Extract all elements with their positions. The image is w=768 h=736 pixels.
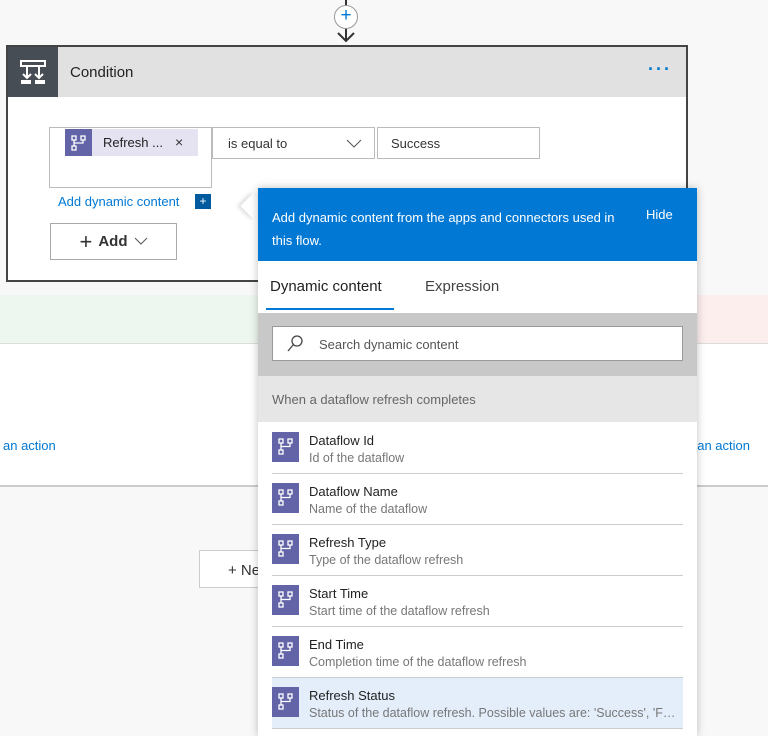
- search-input[interactable]: Search dynamic content: [272, 326, 683, 361]
- search-icon: [287, 335, 303, 352]
- section-heading: When a dataflow refresh completes: [258, 376, 697, 422]
- item-description: Type of the dataflow refresh: [309, 553, 464, 567]
- dynamic-content-item[interactable]: End Time Completion time of the dataflow…: [272, 627, 683, 678]
- item-description: Start time of the dataflow refresh: [309, 604, 490, 618]
- condition-right-operand[interactable]: Success: [377, 127, 540, 159]
- item-title: End Time: [309, 637, 364, 652]
- dynamic-content-item[interactable]: Start Time Start time of the dataflow re…: [272, 576, 683, 627]
- item-title: Dataflow Id: [309, 433, 375, 448]
- dataflow-icon: [65, 129, 92, 156]
- condition-left-operand[interactable]: Refresh ... ×: [49, 127, 212, 188]
- search-area: Search dynamic content: [258, 313, 697, 376]
- value-text: Success: [391, 136, 441, 151]
- dynamic-content-item[interactable]: Dataflow Id Id of the dataflow: [272, 423, 683, 474]
- dataflow-icon: [272, 636, 299, 666]
- popup-header: Add dynamic content from the apps and co…: [258, 188, 697, 261]
- item-title: Refresh Status: [309, 688, 395, 703]
- item-description: Status of the dataflow refresh. Possible…: [309, 706, 679, 720]
- dataflow-icon: [272, 585, 299, 615]
- dynamic-content-popup: Add dynamic content from the apps and co…: [258, 188, 697, 736]
- popup-header-text: Add dynamic content from the apps and co…: [272, 210, 615, 248]
- tab-expression[interactable]: Expression: [425, 278, 499, 295]
- add-button[interactable]: + Add: [50, 223, 177, 260]
- dynamic-content-item[interactable]: Refresh Status Status of the dataflow re…: [272, 678, 683, 729]
- operator-dropdown[interactable]: is equal to: [212, 127, 375, 159]
- add-label: Add: [98, 233, 128, 250]
- active-tab-indicator: [266, 308, 394, 310]
- condition-title: Condition: [70, 64, 134, 81]
- search-placeholder: Search dynamic content: [319, 337, 459, 352]
- item-description: Name of the dataflow: [309, 502, 428, 516]
- plus-icon: +: [79, 228, 93, 254]
- dataflow-icon: [272, 483, 299, 513]
- token-label: Refresh ...: [103, 135, 163, 150]
- more-options-icon[interactable]: ···: [648, 59, 672, 80]
- dataflow-icon: [272, 432, 299, 462]
- if-no-band: [697, 295, 768, 343]
- if-yes-band: [0, 295, 258, 343]
- dataflow-icon: [272, 534, 299, 564]
- tab-dynamic-content[interactable]: Dynamic content: [270, 278, 382, 295]
- condition-header[interactable]: Condition ···: [8, 47, 686, 97]
- add-action-right-link[interactable]: an action: [697, 438, 768, 453]
- add-dynamic-content-link[interactable]: Add dynamic content: [58, 194, 179, 209]
- item-title: Refresh Type: [309, 535, 387, 550]
- operator-value: is equal to: [228, 136, 288, 151]
- dynamic-content-item[interactable]: Refresh Type Type of the dataflow refres…: [272, 525, 683, 576]
- condition-icon: [8, 47, 58, 97]
- hide-button[interactable]: Hide: [646, 207, 673, 222]
- add-dynamic-plus-icon[interactable]: +: [195, 194, 211, 209]
- add-action-left-link[interactable]: an action: [3, 438, 56, 453]
- insert-step-button[interactable]: +: [334, 5, 358, 29]
- item-description: Completion time of the dataflow refresh: [309, 655, 527, 669]
- dynamic-content-item[interactable]: Dataflow Name Name of the dataflow: [272, 474, 683, 525]
- chevron-down-icon: [346, 139, 362, 148]
- chevron-down-icon: [134, 237, 147, 245]
- dataflow-icon: [272, 687, 299, 717]
- item-title: Start Time: [309, 586, 369, 601]
- item-description: Id of the dataflow: [309, 451, 405, 465]
- refresh-status-token[interactable]: Refresh ... ×: [65, 129, 198, 156]
- item-title: Dataflow Name: [309, 484, 398, 499]
- arrow-down-icon: [337, 30, 355, 46]
- remove-token-icon[interactable]: ×: [175, 134, 183, 150]
